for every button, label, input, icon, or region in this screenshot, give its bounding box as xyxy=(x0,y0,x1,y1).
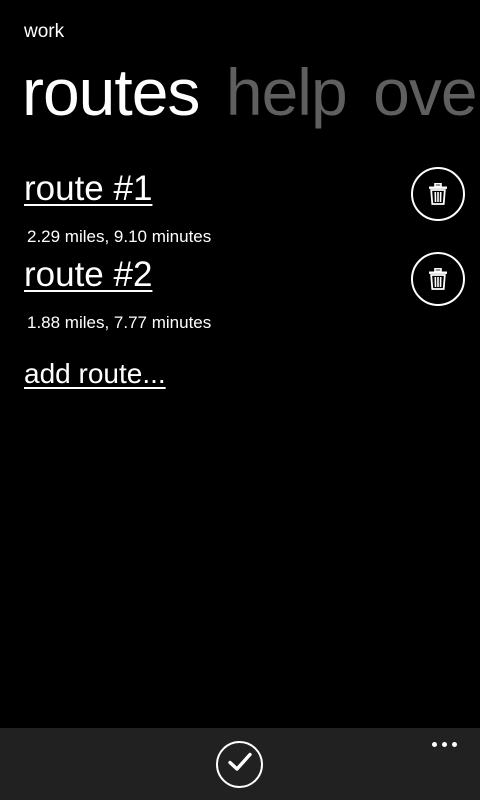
pivot-tab-overview[interactable]: ove xyxy=(373,56,477,128)
confirm-button[interactable] xyxy=(216,741,263,788)
route-stats-1: 2.29 miles, 9.10 minutes xyxy=(27,227,212,246)
pivot-tab-routes[interactable]: routes xyxy=(22,56,200,128)
more-options-button[interactable] xyxy=(424,732,464,756)
ellipsis-icon xyxy=(451,741,457,747)
ellipsis-icon xyxy=(431,741,437,747)
delete-route-2-button[interactable] xyxy=(411,252,465,306)
route-stats-2: 1.88 miles, 7.77 minutes xyxy=(27,313,212,332)
app-root: work routes help ove route #1 2.29 miles… xyxy=(0,0,480,800)
app-bar xyxy=(0,728,480,800)
app-title: work xyxy=(24,21,65,42)
pivot-headers: routes help ove xyxy=(22,56,480,136)
trash-icon xyxy=(429,183,447,205)
add-route-link[interactable]: add route... xyxy=(24,357,166,391)
route-link-1[interactable]: route #1 xyxy=(24,169,152,209)
check-icon xyxy=(227,752,252,777)
trash-icon xyxy=(429,268,447,290)
ellipsis-icon xyxy=(441,741,447,747)
pivot-tab-help[interactable]: help xyxy=(226,56,348,128)
delete-route-1-button[interactable] xyxy=(411,167,465,221)
route-link-2[interactable]: route #2 xyxy=(24,255,152,295)
